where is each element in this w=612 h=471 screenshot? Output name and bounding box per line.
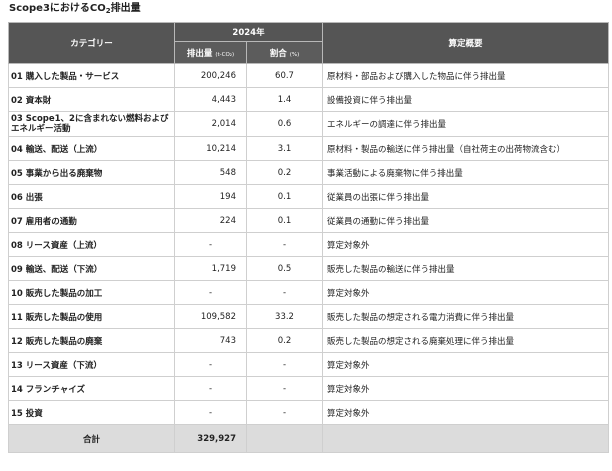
- summary-cell: 販売した製品の想定される電力消費に伴う排出量: [322, 304, 610, 329]
- ratio-cell: -: [245, 352, 324, 377]
- header-emission-label: 排出量: [186, 48, 213, 59]
- title-text: Scope3におけるCO: [9, 3, 106, 14]
- table-row: 14 フランチャイズ - - 算定対象外: [8, 376, 610, 401]
- category-cell: 13 リース資産（下流）: [8, 352, 175, 377]
- summary-cell: 事業活動による廃棄物に伴う排出量: [322, 160, 610, 185]
- table-row: 05 事業から出る廃棄物 548 0.2 事業活動による廃棄物に伴う排出量: [8, 160, 610, 185]
- emission-cell: 194: [174, 184, 247, 209]
- category-cell: 05 事業から出る廃棄物: [8, 160, 175, 185]
- ratio-cell: 60.7: [245, 63, 324, 88]
- summary-cell: 算定対象外: [322, 352, 610, 377]
- category-cell: 01 購入した製品・サービス: [8, 63, 175, 88]
- table-row: 13 リース資産（下流） - - 算定対象外: [8, 352, 610, 377]
- emission-cell: 1,719: [174, 256, 247, 281]
- summary-cell: 原材料・製品の輸送に伴う排出量（自社荷主の出荷物流含む）: [322, 136, 610, 161]
- header-emission: 排出量 (t-CO₂): [174, 41, 247, 64]
- ratio-cell: 0.1: [245, 208, 324, 233]
- header-year: 2024年: [173, 22, 324, 42]
- emission-cell: 224: [174, 208, 247, 233]
- title-suffix: 排出量: [110, 3, 141, 14]
- ratio-cell: -: [245, 232, 324, 257]
- total-emission: 329,927: [174, 424, 247, 453]
- header-summary: 算定概要: [322, 22, 610, 64]
- total-row: 合計 329,927: [8, 424, 610, 453]
- emission-cell: -: [174, 352, 247, 377]
- summary-cell: 販売した製品の輸送に伴う排出量: [322, 256, 610, 281]
- table-row: 12 販売した製品の廃棄 743 0.2 販売した製品の想定される廃棄処理に伴う排出量: [8, 328, 610, 353]
- category-cell: 04 輸送、配送（上流）: [8, 136, 175, 161]
- ratio-cell: 0.5: [245, 256, 324, 281]
- table-row: 15 投資 - - 算定対象外: [8, 400, 610, 425]
- total-label: 合計: [8, 424, 175, 453]
- table-row: 04 輸送、配送（上流） 10,214 3.1 原材料・製品の輸送に伴う排出量（自社荷…: [8, 136, 610, 161]
- ratio-cell: 1.4: [245, 87, 324, 112]
- page: Scope3におけるCO2排出量 カテゴリー 2024年 算定概要 排出量 (t-…: [0, 0, 612, 471]
- table-body: 01 購入した製品・サービス 200,246 60.7 原材料・部品および購入した物品…: [8, 63, 610, 453]
- header-emission-unit: (t-CO₂): [215, 51, 235, 58]
- category-cell: 10 販売した製品の加工: [8, 280, 175, 305]
- emission-cell: -: [174, 280, 247, 305]
- summary-cell: 販売した製品の想定される廃棄処理に伴う排出量: [322, 328, 610, 353]
- emission-cell: 743: [174, 328, 247, 353]
- category-cell: 07 雇用者の通勤: [8, 208, 175, 233]
- ratio-cell: -: [245, 376, 324, 401]
- scope3-emissions-table: カテゴリー 2024年 算定概要 排出量 (t-CO₂) 割合 (%) 01 購入し…: [8, 22, 610, 453]
- emission-cell: -: [174, 232, 247, 257]
- emission-cell: 2,014: [174, 111, 247, 137]
- header-ratio-unit: (%): [289, 51, 300, 58]
- category-cell: 11 販売した製品の使用: [8, 304, 175, 329]
- ratio-cell: 33.2: [245, 304, 324, 329]
- category-cell: 09 輸送、配送（下流）: [8, 256, 175, 281]
- summary-cell: 算定対象外: [322, 280, 610, 305]
- category-cell: 14 フランチャイズ: [8, 376, 175, 401]
- category-cell: 03 Scope1、2に含まれない燃料およびエネルギー活動: [8, 111, 175, 137]
- ratio-cell: 3.1: [245, 136, 324, 161]
- summary-cell: 算定対象外: [322, 232, 610, 257]
- header-category: カテゴリー: [8, 22, 175, 64]
- ratio-cell: 0.6: [245, 111, 324, 137]
- ratio-cell: -: [245, 280, 324, 305]
- page-title: Scope3におけるCO2排出量: [9, 2, 141, 18]
- table-row: 09 輸送、配送（下流） 1,719 0.5 販売した製品の輸送に伴う排出量: [8, 256, 610, 281]
- category-cell: 06 出張: [8, 184, 175, 209]
- category-cell: 12 販売した製品の廃棄: [8, 328, 175, 353]
- ratio-cell: 0.1: [245, 184, 324, 209]
- category-cell: 02 資本財: [8, 87, 175, 112]
- summary-cell: 算定対象外: [322, 400, 610, 425]
- table-row: 06 出張 194 0.1 従業員の出張に伴う排出量: [8, 184, 610, 209]
- header-ratio: 割合 (%): [245, 41, 324, 64]
- summary-cell: 原材料・部品および購入した物品に伴う排出量: [322, 63, 610, 88]
- ratio-cell: 0.2: [245, 160, 324, 185]
- summary-cell: エネルギーの調達に伴う排出量: [322, 111, 610, 137]
- total-summary: [322, 424, 610, 453]
- emission-cell: -: [174, 400, 247, 425]
- ratio-cell: 0.2: [245, 328, 324, 353]
- emission-cell: -: [174, 376, 247, 401]
- table-row: 08 リース資産（上流） - - 算定対象外: [8, 232, 610, 257]
- table-row: 11 販売した製品の使用 109,582 33.2 販売した製品の想定される電力消費に…: [8, 304, 610, 329]
- emission-cell: 10,214: [174, 136, 247, 161]
- table-row: 03 Scope1、2に含まれない燃料およびエネルギー活動 2,014 0.6 エネル…: [8, 111, 610, 137]
- category-cell: 08 リース資産（上流）: [8, 232, 175, 257]
- table-row: 02 資本財 4,443 1.4 設備投資に伴う排出量: [8, 87, 610, 112]
- ratio-cell: -: [245, 400, 324, 425]
- header-ratio-label: 割合: [269, 48, 287, 59]
- summary-cell: 従業員の出張に伴う排出量: [322, 184, 610, 209]
- emission-cell: 109,582: [174, 304, 247, 329]
- emission-cell: 4,443: [174, 87, 247, 112]
- emission-cell: 548: [174, 160, 247, 185]
- table-row: 01 購入した製品・サービス 200,246 60.7 原材料・部品および購入した物品…: [8, 63, 610, 88]
- table-row: 10 販売した製品の加工 - - 算定対象外: [8, 280, 610, 305]
- emission-cell: 200,246: [174, 63, 247, 88]
- summary-cell: 従業員の通勤に伴う排出量: [322, 208, 610, 233]
- category-cell: 15 投資: [8, 400, 175, 425]
- summary-cell: 算定対象外: [322, 376, 610, 401]
- summary-cell: 設備投資に伴う排出量: [322, 87, 610, 112]
- table-row: 07 雇用者の通勤 224 0.1 従業員の通勤に伴う排出量: [8, 208, 610, 233]
- total-ratio: [245, 424, 324, 453]
